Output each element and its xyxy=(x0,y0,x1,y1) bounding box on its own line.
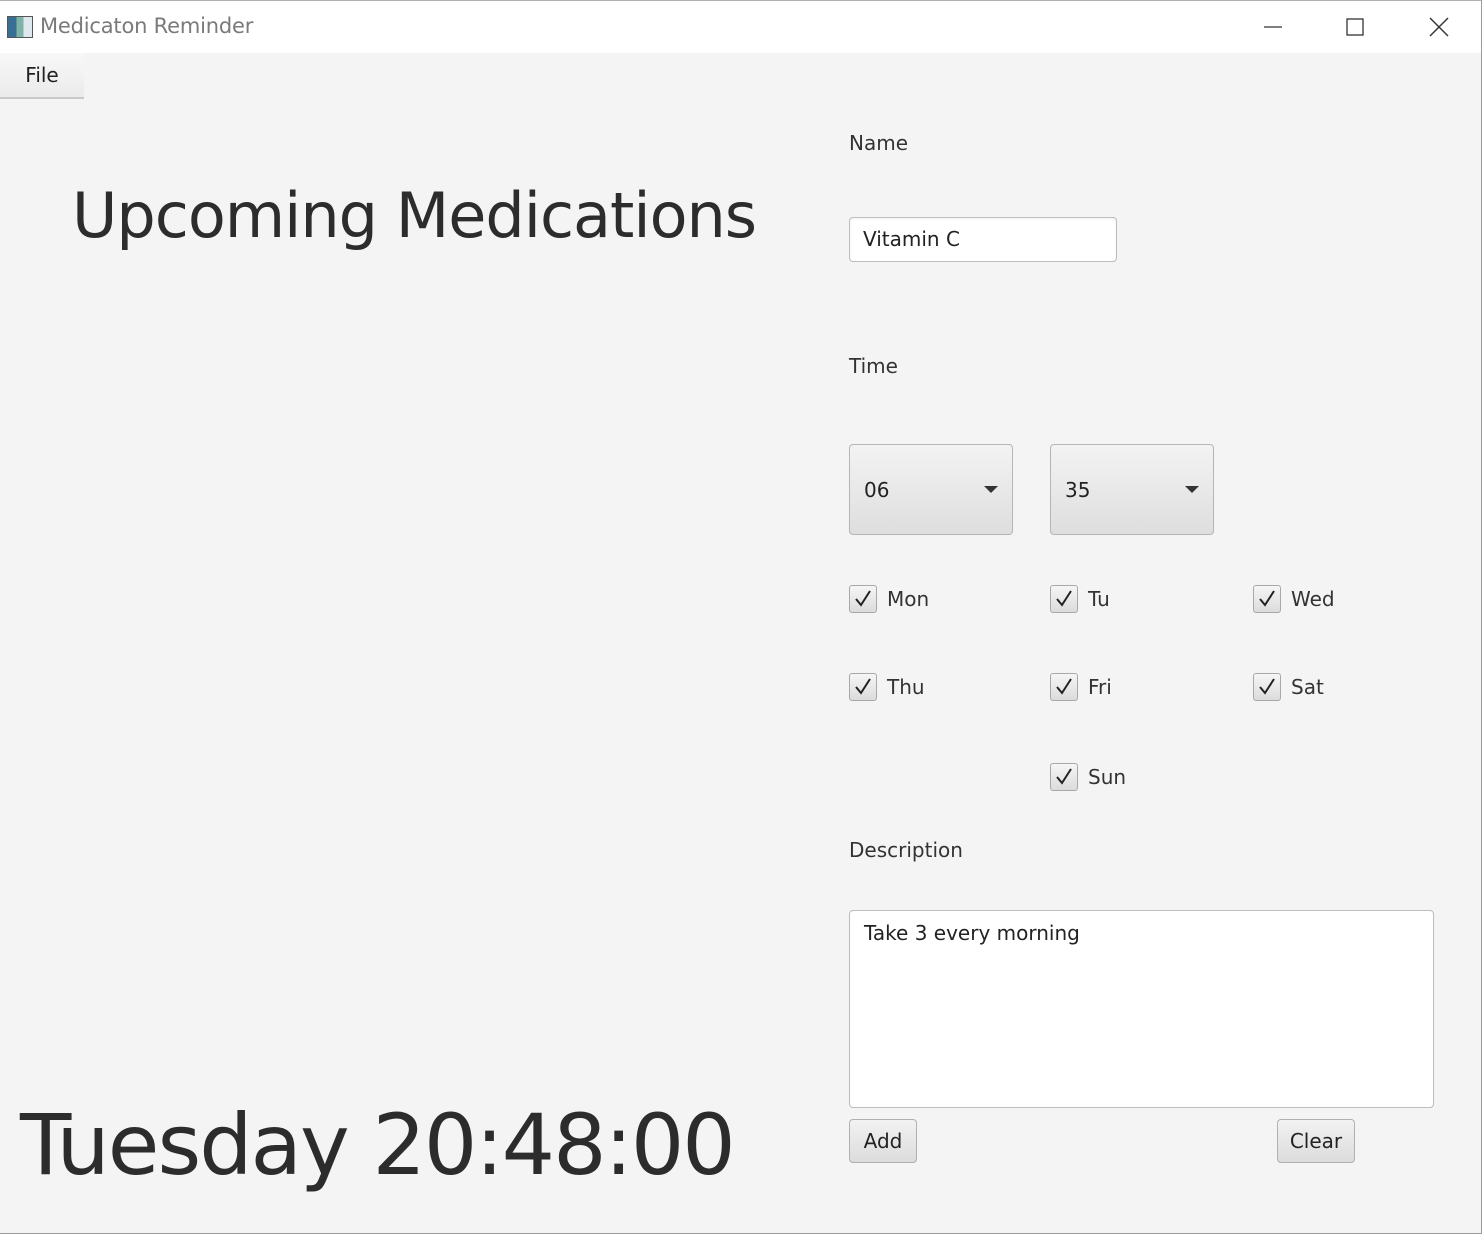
application-window: Medicaton Reminder File Upcoming Medicat… xyxy=(0,0,1482,1234)
checkmark-icon xyxy=(849,585,877,613)
checkmark-icon xyxy=(1253,673,1281,701)
day-checkbox-wed[interactable]: Wed xyxy=(1253,584,1335,614)
minute-select[interactable]: 35 xyxy=(1050,444,1214,535)
minimize-icon xyxy=(1264,26,1282,28)
day-label-wed: Wed xyxy=(1291,587,1335,611)
time-label: Time xyxy=(849,354,898,378)
day-label-tu: Tu xyxy=(1088,587,1110,611)
checkmark-icon xyxy=(1253,585,1281,613)
minute-value: 35 xyxy=(1065,478,1091,502)
day-label-sun: Sun xyxy=(1088,765,1127,789)
close-button[interactable] xyxy=(1397,1,1481,53)
file-menu[interactable]: File xyxy=(0,53,84,99)
hour-value: 06 xyxy=(864,478,890,502)
chevron-down-icon xyxy=(1185,486,1199,493)
maximize-button[interactable] xyxy=(1313,1,1397,53)
clock-display: Tuesday 20:48:00 xyxy=(20,1096,736,1194)
day-checkbox-tu[interactable]: Tu xyxy=(1050,584,1110,614)
clear-button[interactable]: Clear xyxy=(1277,1119,1355,1163)
name-label: Name xyxy=(849,131,909,155)
day-checkbox-sun[interactable]: Sun xyxy=(1050,762,1126,792)
description-textarea[interactable]: Take 3 every morning xyxy=(849,910,1434,1108)
name-input[interactable]: Vitamin C xyxy=(849,217,1117,262)
checkmark-icon xyxy=(1050,673,1078,701)
maximize-icon xyxy=(1346,18,1364,36)
day-label-fri: Fri xyxy=(1088,675,1112,699)
menu-bar: File xyxy=(0,53,1481,99)
day-checkbox-thu[interactable]: Thu xyxy=(849,672,925,702)
day-label-mon: Mon xyxy=(887,587,930,611)
hour-select[interactable]: 06 xyxy=(849,444,1013,535)
chevron-down-icon xyxy=(984,486,998,493)
window-title: Medicaton Reminder xyxy=(40,14,254,38)
day-checkbox-sat[interactable]: Sat xyxy=(1253,672,1324,702)
checkmark-icon xyxy=(1050,763,1078,791)
checkmark-icon xyxy=(1050,585,1078,613)
description-label: Description xyxy=(849,838,963,862)
day-checkbox-mon[interactable]: Mon xyxy=(849,584,929,614)
app-icon xyxy=(7,16,33,38)
day-label-thu: Thu xyxy=(887,675,925,699)
title-bar: Medicaton Reminder xyxy=(0,1,1481,53)
minimize-button[interactable] xyxy=(1231,1,1315,53)
day-label-sat: Sat xyxy=(1291,675,1324,699)
checkmark-icon xyxy=(849,673,877,701)
upcoming-medications-heading: Upcoming Medications xyxy=(72,179,757,252)
day-checkbox-fri[interactable]: Fri xyxy=(1050,672,1112,702)
add-button[interactable]: Add xyxy=(849,1119,917,1163)
close-icon xyxy=(1429,17,1449,37)
